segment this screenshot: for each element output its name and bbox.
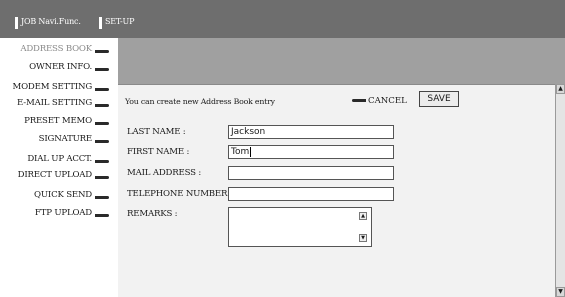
arrow-right-icon: [95, 68, 109, 71]
sidebar-item-quick-send[interactable]: QUICK SEND: [0, 188, 114, 202]
text-cursor: [250, 146, 252, 157]
scroll-down-icon[interactable]: ▼: [359, 234, 367, 242]
sidebar-item-dial-up-acct[interactable]: DIAL UP ACCT.: [0, 152, 114, 166]
arrow-right-icon: [95, 196, 109, 199]
sidebar-item-label: DIRECT UPLOAD: [17, 170, 93, 180]
last-name-field[interactable]: Jackson: [228, 125, 394, 139]
mail-address-label: MAIL ADDRESS :: [127, 168, 202, 178]
first-name-value: Tom: [231, 147, 250, 157]
sidebar-item-label: DIAL UP ACCT.: [27, 154, 92, 164]
scroll-up-icon[interactable]: ▲: [359, 212, 367, 220]
main-panel: You can create new Address Book entry CA…: [118, 38, 565, 297]
arrow-right-icon: [95, 214, 109, 217]
tab-set-up[interactable]: SET-UP: [99, 15, 159, 29]
arrow-left-icon: [352, 99, 366, 102]
tab-marker-icon: [15, 17, 18, 29]
sidebar-item-address-book[interactable]: ADDRESS BOOK: [0, 42, 114, 56]
arrow-right-icon: [95, 88, 109, 91]
mail-address-field[interactable]: [228, 166, 394, 180]
scroll-up-icon[interactable]: ▲: [556, 84, 565, 94]
sidebar-item-signature[interactable]: SIGNATURE: [0, 132, 114, 146]
cancel-button[interactable]: CANCEL: [352, 94, 407, 108]
sidebar-item-ftp-upload[interactable]: FTP UPLOAD: [0, 206, 114, 220]
sidebar-item-preset-memo[interactable]: PRESET MEMO: [0, 114, 114, 128]
tab-marker-icon: [99, 17, 102, 29]
tab-label: JOB Navi.Func.: [21, 17, 81, 26]
sidebar-item-label: MODEM SETTING: [12, 82, 92, 92]
first-name-label: FIRST NAME :: [127, 147, 190, 157]
sidebar-item-label: E-MAIL SETTING: [17, 98, 92, 108]
sidebar-item-email-setting[interactable]: E-MAIL SETTING: [0, 96, 114, 110]
instruction-message: You can create new Address Book entry: [125, 97, 275, 106]
arrow-right-icon: [95, 50, 109, 53]
tab-label: SET-UP: [105, 17, 135, 26]
sidebar-item-label: PRESET MEMO: [24, 116, 92, 126]
telephone-number-field[interactable]: [228, 187, 394, 201]
telephone-number-label: TELEPHONE NUMBER: [127, 189, 228, 199]
address-book-entry-form: You can create new Address Book entry CA…: [118, 84, 555, 297]
sidebar-item-label: FTP UPLOAD: [34, 208, 92, 218]
sidebar-item-modem-setting[interactable]: MODEM SETTING: [0, 80, 114, 94]
arrow-right-icon: [95, 122, 109, 125]
last-name-label: LAST NAME :: [127, 127, 186, 137]
cancel-label: CANCEL: [368, 96, 407, 106]
remarks-label: REMARKS :: [127, 209, 178, 219]
sidebar-item-label: QUICK SEND: [34, 190, 92, 200]
arrow-right-icon: [95, 140, 109, 143]
main-scrollbar[interactable]: ▲ ▼: [555, 84, 565, 297]
tab-job-navi-func[interactable]: JOB Navi.Func.: [15, 15, 85, 29]
arrow-right-icon: [95, 160, 109, 163]
sidebar-item-label: SIGNATURE: [38, 134, 93, 144]
sidebar: ADDRESS BOOK OWNER INFO. MODEM SETTING E…: [0, 38, 114, 297]
save-button[interactable]: SAVE: [419, 91, 459, 107]
remarks-textarea[interactable]: ▲ ▼: [228, 207, 372, 247]
sidebar-item-label: ADDRESS BOOK: [20, 44, 92, 54]
first-name-field[interactable]: Tom: [228, 145, 394, 159]
sidebar-item-label: OWNER INFO.: [29, 62, 92, 72]
arrow-right-icon: [95, 104, 109, 107]
sidebar-item-direct-upload[interactable]: DIRECT UPLOAD: [0, 168, 114, 182]
top-tab-bar: JOB Navi.Func. SET-UP: [0, 0, 565, 38]
sidebar-item-owner-info[interactable]: OWNER INFO.: [0, 60, 114, 74]
arrow-right-icon: [95, 176, 109, 179]
scroll-down-icon[interactable]: ▼: [556, 287, 565, 297]
